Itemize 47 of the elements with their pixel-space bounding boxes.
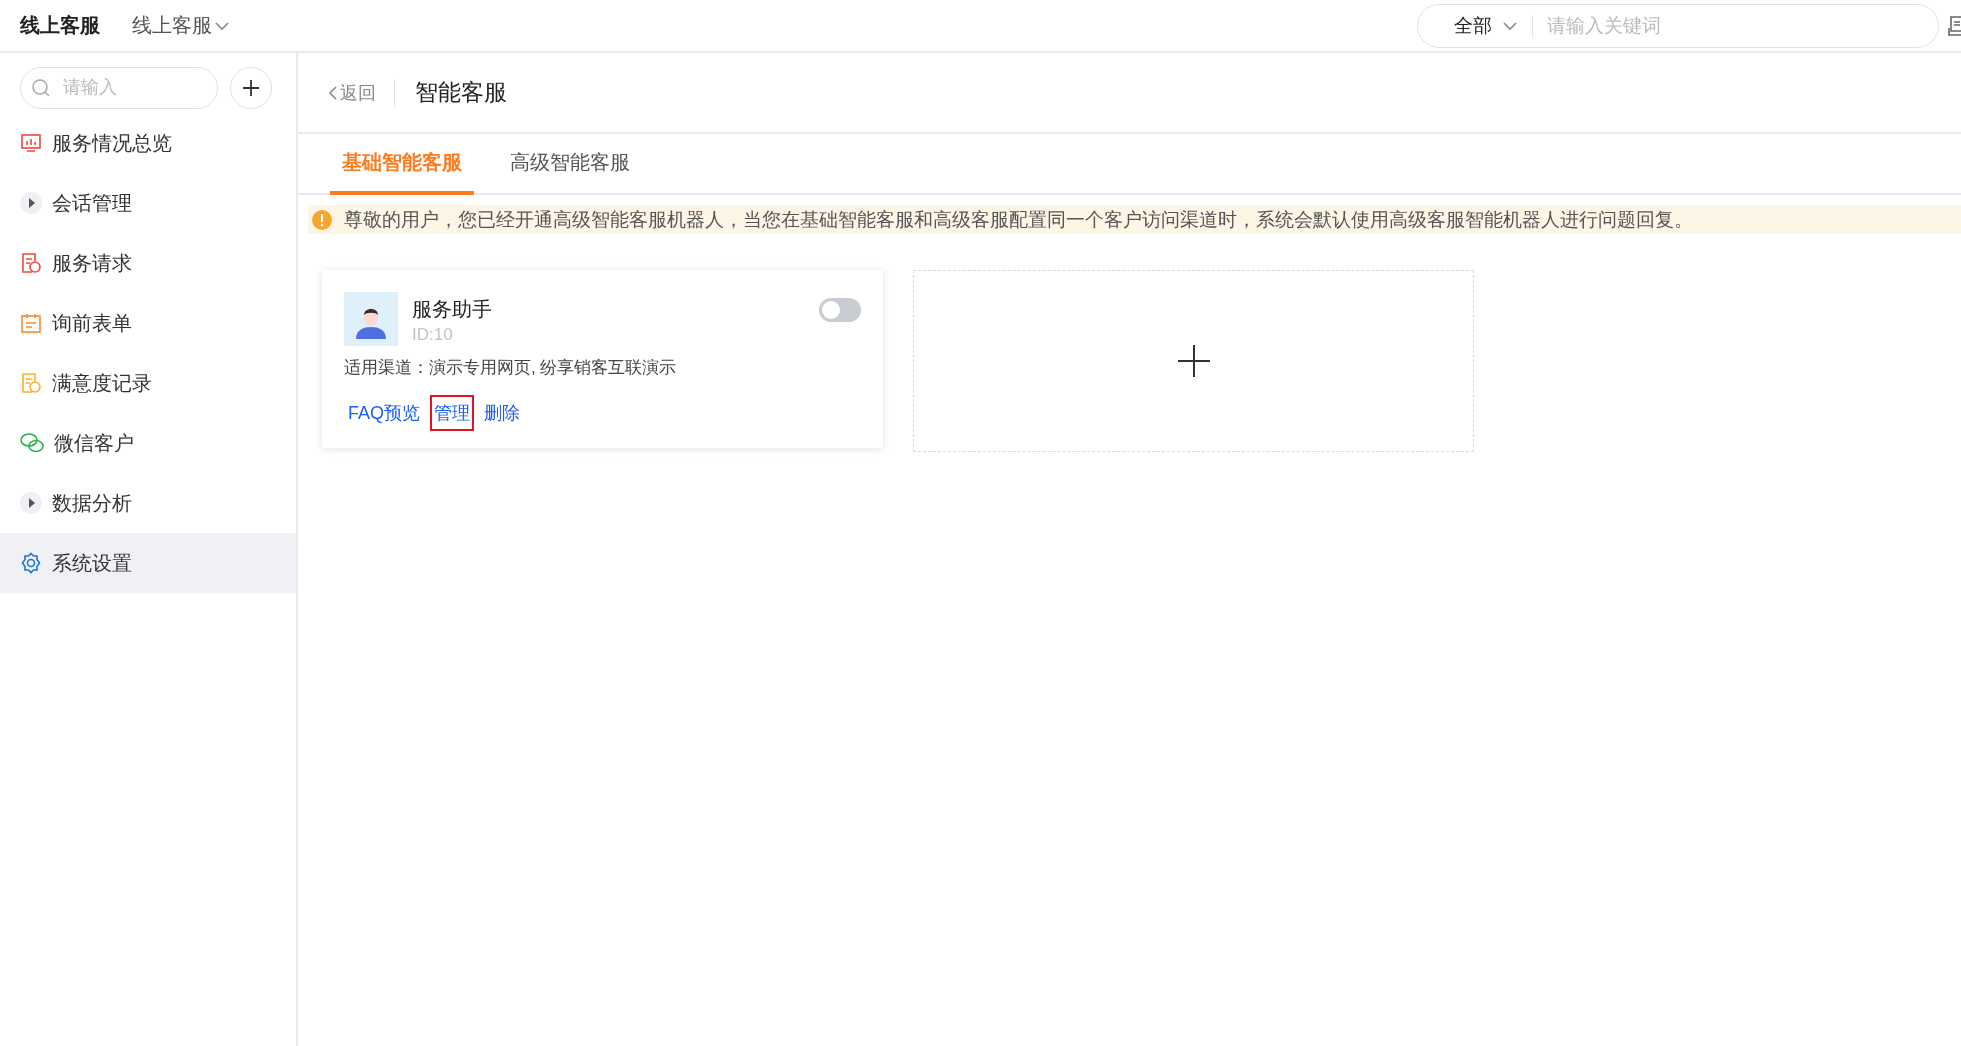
page-title: 智能客服 bbox=[415, 78, 507, 107]
sidebar-item[interactable]: 微信客户 bbox=[0, 413, 296, 473]
action-link[interactable]: FAQ预览 bbox=[344, 395, 424, 431]
sidebar-item[interactable]: 询前表单 bbox=[0, 293, 296, 353]
search-icon bbox=[31, 77, 51, 98]
avatar-icon bbox=[344, 292, 398, 346]
chat-icon bbox=[20, 432, 44, 454]
plus-icon bbox=[242, 78, 260, 97]
chevron-down-icon bbox=[1502, 20, 1518, 31]
scope-dropdown[interactable]: 全部 bbox=[1454, 14, 1533, 37]
expand-icon bbox=[20, 192, 42, 214]
calendar-icon bbox=[20, 312, 42, 334]
bot-name: 服务助手 bbox=[412, 297, 493, 322]
sidebar-item-label: 微信客户 bbox=[54, 430, 134, 456]
sidebar-item-label: 满意度记录 bbox=[52, 370, 152, 396]
action-link[interactable]: 管理 bbox=[430, 395, 474, 431]
sidebar-item[interactable]: 数据分析 bbox=[0, 473, 296, 533]
sidebar-item-label: 会话管理 bbox=[52, 190, 132, 216]
sidebar-item[interactable]: 服务情况总览 bbox=[0, 113, 296, 173]
action-link[interactable]: 删除 bbox=[480, 395, 524, 431]
expand-icon bbox=[20, 492, 42, 514]
chevron-down-icon bbox=[214, 20, 230, 31]
chart-icon bbox=[20, 132, 42, 154]
bot-id: ID:10 bbox=[412, 325, 454, 345]
tab[interactable]: 高级智能客服 bbox=[498, 134, 642, 195]
document-icon bbox=[20, 252, 42, 274]
document-icon[interactable] bbox=[1947, 13, 1961, 38]
plus-icon bbox=[1176, 344, 1211, 378]
settings-icon bbox=[20, 552, 42, 574]
sidebar-item[interactable]: 满意度记录 bbox=[0, 353, 296, 413]
app-title: 线上客服 bbox=[20, 13, 100, 38]
add-button[interactable] bbox=[230, 66, 272, 109]
back-link[interactable]: 返回 bbox=[328, 78, 395, 107]
sidebar-item-label: 服务情况总览 bbox=[52, 130, 172, 156]
sidebar-item[interactable]: 系统设置 bbox=[0, 533, 296, 593]
chevron-left-icon bbox=[328, 84, 338, 101]
sidebar-item-label: 数据分析 bbox=[52, 490, 132, 516]
sidebar-item[interactable]: 服务请求 bbox=[0, 233, 296, 293]
channels-text: 适用渠道：演示专用网页, 纷享销客互联演示 bbox=[344, 357, 678, 379]
service-switcher[interactable]: 线上客服 bbox=[132, 12, 230, 39]
sidebar-item[interactable]: 会话管理 bbox=[0, 173, 296, 233]
warning-icon bbox=[312, 209, 332, 230]
notice-text: 尊敬的用户，您已经开通高级智能客服机器人，当您在基础智能客服和高级客服配置同一个客户访问渠道时，系统会默认使用高级客服智能机器人进行问题回复。 bbox=[344, 207, 1693, 232]
toggle-switch[interactable] bbox=[819, 298, 861, 322]
sidebar-item-label: 系统设置 bbox=[52, 550, 132, 576]
sidebar-item-label: 询前表单 bbox=[52, 310, 132, 336]
sidebar-item-label: 服务请求 bbox=[52, 250, 132, 276]
